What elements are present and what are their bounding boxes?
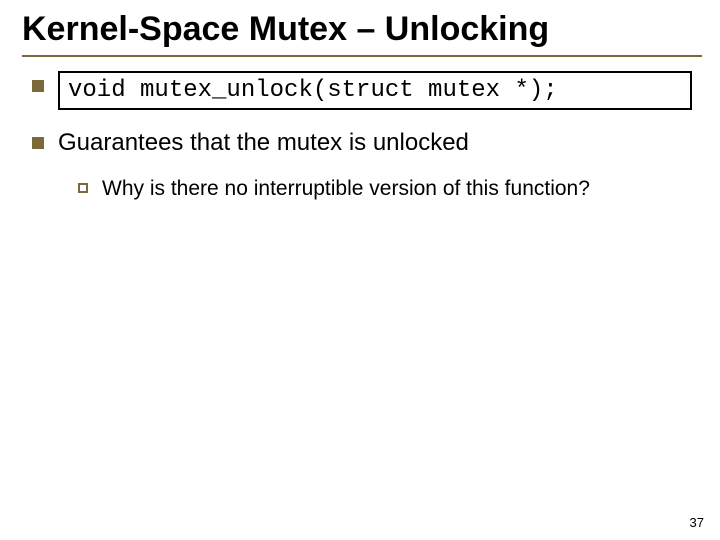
- code-signature: void mutex_unlock(struct mutex *);: [58, 71, 692, 110]
- slide: Kernel-Space Mutex – Unlocking void mute…: [0, 0, 720, 540]
- slide-title: Kernel-Space Mutex – Unlocking: [22, 10, 702, 57]
- square-bullet-icon: [32, 80, 44, 92]
- bullet-item-code: void mutex_unlock(struct mutex *);: [18, 71, 702, 110]
- sub-bullet-text: Why is there no interruptible version of…: [102, 176, 590, 202]
- page-number: 37: [690, 515, 704, 530]
- bullet-item-text: Guarantees that the mutex is unlocked: [18, 128, 702, 158]
- hollow-square-bullet-icon: [78, 183, 88, 193]
- square-bullet-icon: [32, 137, 44, 149]
- bullet-text: Guarantees that the mutex is unlocked: [58, 128, 469, 158]
- sub-bullet-item: Why is there no interruptible version of…: [78, 176, 702, 202]
